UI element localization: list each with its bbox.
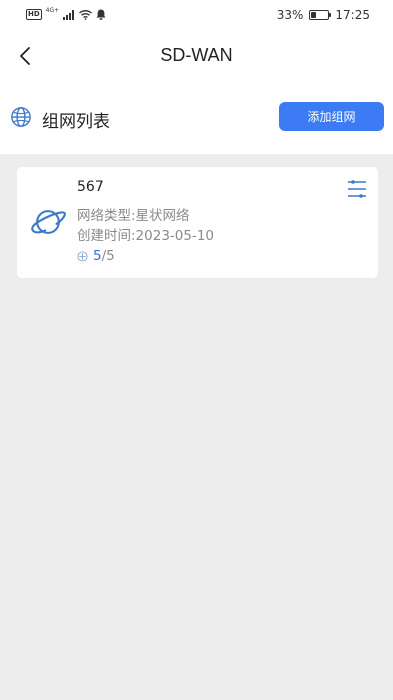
page-title: SD-WAN [160, 45, 233, 65]
signal-icon [63, 9, 75, 20]
battery-percent: 33% [276, 8, 304, 22]
online-count: 5 [93, 248, 102, 264]
network-card[interactable]: 567 网络类型:星状网络 创建时间:2023-05-10 5/5 [17, 167, 378, 278]
network-name: 567 [77, 179, 104, 195]
network-created-date: 创建时间:2023-05-10 [77, 228, 215, 244]
network-type-text: 网络类型:星状网络 [77, 208, 190, 224]
total-count: 5 [106, 248, 115, 264]
hd-badge: HD [26, 9, 42, 20]
globe-icon [11, 107, 31, 127]
battery-fill [311, 12, 317, 18]
planet-icon [31, 210, 66, 234]
status-left: HD 4G+ [26, 7, 106, 20]
status-time: 17:25 [335, 8, 370, 22]
status-bar: HD 4G+ 33% 17:25 [0, 0, 393, 34]
notification-bell-icon [96, 9, 106, 20]
wifi-icon [79, 9, 93, 20]
network-type: 4G+ [45, 7, 60, 14]
section-header: 组网列表 添加组网 [0, 98, 393, 138]
node-count: 5/5 [77, 248, 115, 264]
status-right: 33% 17:25 [277, 8, 370, 22]
nav-bar: SD-WAN [0, 34, 393, 78]
battery-icon [309, 10, 332, 20]
node-icon [77, 250, 88, 262]
settings-sliders-icon[interactable] [348, 179, 366, 199]
section-title: 组网列表 [42, 112, 110, 132]
add-network-button[interactable]: 添加组网 [279, 102, 384, 131]
